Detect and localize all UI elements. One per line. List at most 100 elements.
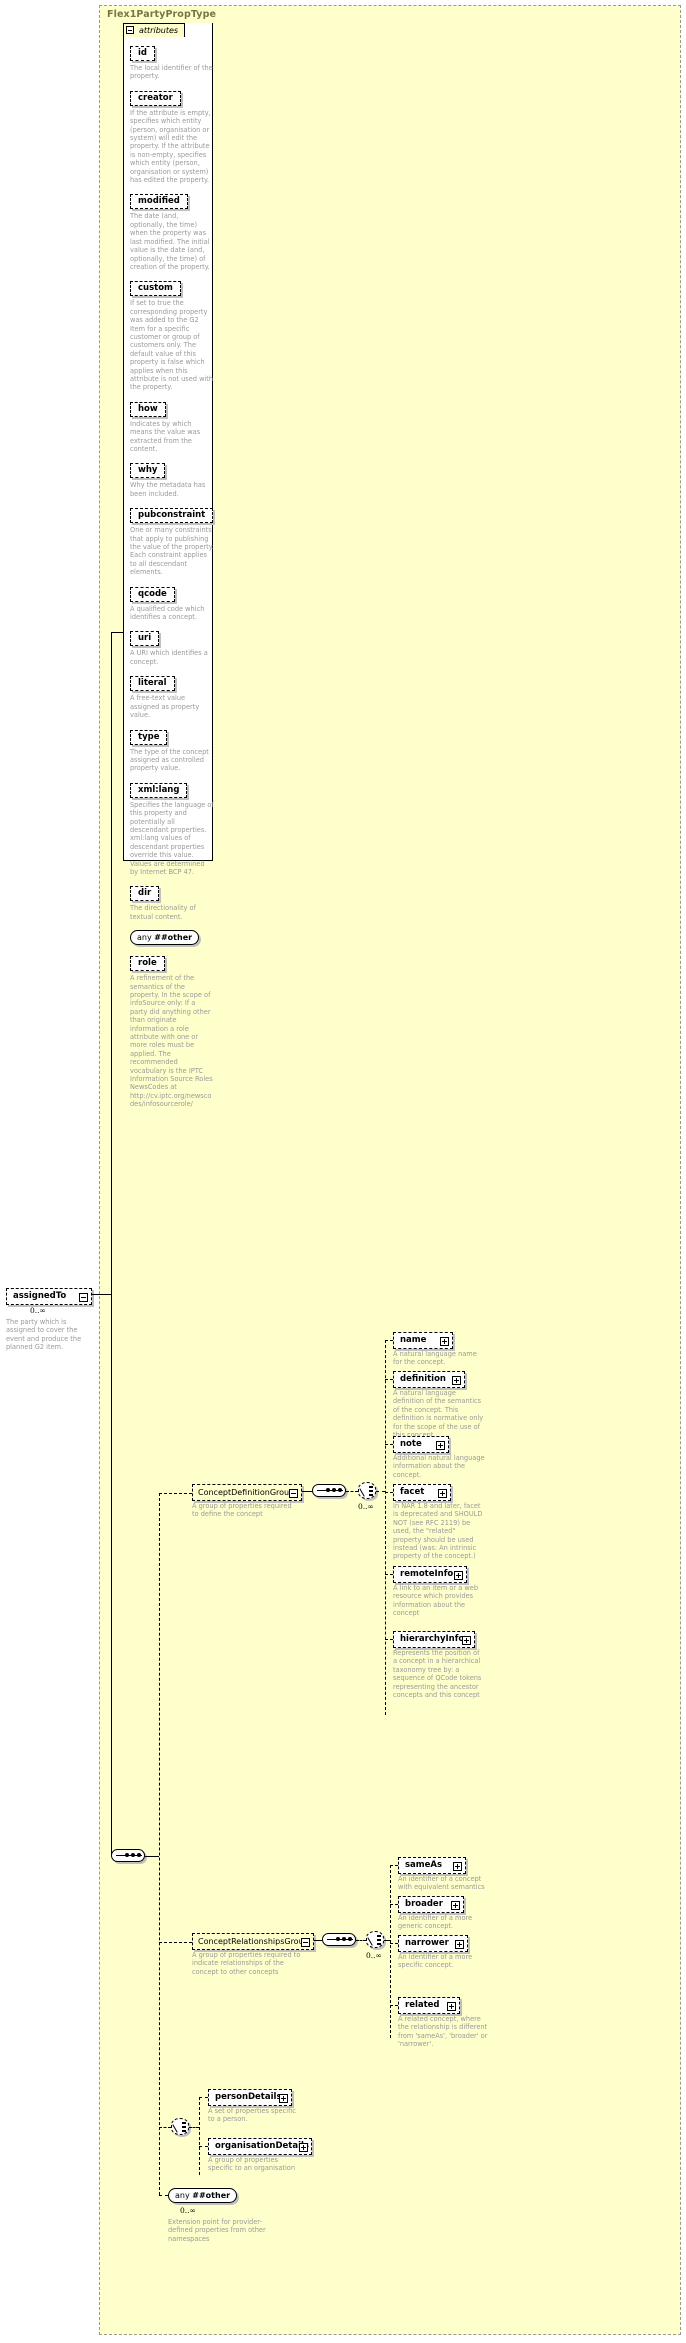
element-desc-organisationDetails: A group of properties specific to an org… xyxy=(208,2156,296,2173)
collapse-icon-assignedTo[interactable] xyxy=(79,1292,88,1302)
attribute-chip-xml-lang[interactable]: xml:lang xyxy=(130,782,188,798)
element-label-assignedTo: assignedTo xyxy=(13,1291,67,1301)
element-desc-note: Additional natural language information … xyxy=(393,1454,485,1479)
element-note[interactable]: note xyxy=(393,1436,449,1453)
attribute-desc-id: The local identifier of the property. xyxy=(130,64,213,81)
attribute-chip-how[interactable]: how xyxy=(130,401,166,417)
collapse-icon-ConceptRelationshipsGroup[interactable] xyxy=(301,1937,310,1947)
connector-to-narrower xyxy=(390,1943,398,1944)
attribute-chip-custom[interactable]: custom xyxy=(130,281,181,297)
connector-choice-details-bus xyxy=(189,2127,199,2128)
attribute-desc-xml-lang: Specifies the language of this property … xyxy=(130,800,214,876)
attribute-item-uri: uri A URI which identifies a concept. xyxy=(130,625,216,666)
element-desc-related: A related concept, where the relationshi… xyxy=(398,2015,488,2049)
attribute-item-qcode: qcode A qualified code which identifies … xyxy=(130,581,216,622)
connector-to-remoteInfo xyxy=(385,1574,393,1575)
connector-down-to-sequence xyxy=(111,1294,112,1856)
attribute-item-custom: custom If set to true the corresponding … xyxy=(130,275,216,391)
element-remoteInfo[interactable]: remoteInfo xyxy=(393,1566,467,1583)
attribute-chip-role[interactable]: role xyxy=(130,956,165,972)
element-facet[interactable]: facet xyxy=(393,1484,451,1501)
connector-to-sameAs xyxy=(390,1865,398,1866)
attribute-chip-dir[interactable]: dir xyxy=(130,886,160,902)
element-broader[interactable]: broader xyxy=(398,1896,464,1913)
expand-icon-hierarchyInfo[interactable] xyxy=(462,1635,471,1645)
connector-to-conceptdefinitiongroup xyxy=(159,1493,192,1494)
element-desc-remoteInfo: A link to an item or a web resource whic… xyxy=(393,1584,479,1618)
attribute-chip-any-other[interactable]: any ##other xyxy=(130,930,200,946)
expand-icon-note[interactable] xyxy=(436,1440,445,1450)
any-extension-prefix: any xyxy=(175,2191,190,2200)
connector-to-details-choice xyxy=(159,2127,171,2128)
expand-icon-definition[interactable] xyxy=(452,1375,461,1385)
group-ConceptDefinitionGroup[interactable]: ConceptDefinitionGroup xyxy=(192,1484,302,1501)
collapse-icon-ConceptDefinitionGroup[interactable] xyxy=(289,1488,298,1498)
collapse-attributes-icon[interactable] xyxy=(126,26,134,34)
connector-to-note xyxy=(385,1444,393,1445)
element-label-hierarchyInfo: hierarchyInfo xyxy=(400,1634,465,1644)
attribute-item-how: how Indicates by which means the value w… xyxy=(130,396,216,454)
attribute-chip-literal[interactable]: literal xyxy=(130,676,175,692)
connector-cdg-to-seq xyxy=(302,1491,312,1492)
attribute-chip-creator[interactable]: creator xyxy=(130,90,181,106)
element-desc-assignedTo: The party which is assigned to cover the… xyxy=(6,1318,82,1352)
attribute-chip-modified[interactable]: modified xyxy=(130,194,188,210)
element-label-note: note xyxy=(400,1439,422,1449)
group-desc-ConceptRelationshipsGroup: A group of properties required to indica… xyxy=(192,1951,301,1976)
attribute-chip-uri[interactable]: uri xyxy=(130,631,160,647)
element-any-extension[interactable]: any ##other xyxy=(168,2188,238,2203)
connector-seq-to-choice-cdg xyxy=(346,1491,358,1492)
choice-node-conceptdefinition[interactable] xyxy=(358,1482,376,1499)
element-related[interactable]: related xyxy=(398,1997,460,2014)
element-sameAs[interactable]: sameAs xyxy=(398,1857,466,1874)
connector-seq-to-choice-crg xyxy=(356,1940,366,1941)
connector-sequence-right xyxy=(145,1856,159,1857)
connector-to-name xyxy=(385,1340,393,1341)
element-desc-sameAs: An identifier of a concept with equivale… xyxy=(398,1875,485,1892)
sequence-node-main[interactable] xyxy=(111,1849,145,1862)
choice-node-conceptrelationships[interactable] xyxy=(366,1931,384,1948)
attribute-chip-pubconstraint[interactable]: pubconstraint xyxy=(130,508,214,524)
attribute-chip-why[interactable]: why xyxy=(130,463,166,479)
attribute-item-id: id The local identifier of the property. xyxy=(130,40,216,81)
expand-icon-narrower[interactable] xyxy=(455,1939,464,1949)
attribute-item-literal: literal A free-text value assigned as pr… xyxy=(130,670,216,719)
element-definition[interactable]: definition xyxy=(393,1371,465,1388)
element-personDetails[interactable]: personDetails xyxy=(208,2089,292,2106)
attribute-item-why: why Why the metadata has been included. xyxy=(130,457,216,498)
expand-icon-related[interactable] xyxy=(447,2001,456,2011)
connector-choice-to-bus-crg xyxy=(384,1940,390,1941)
sequence-node-conceptdefinition[interactable] xyxy=(312,1484,346,1497)
cardinality-conceptrelationshipsgroup: 0..∞ xyxy=(366,1951,382,1960)
element-assignedTo[interactable]: assignedTo xyxy=(6,1288,92,1305)
connector-branch-bus xyxy=(159,1493,160,2195)
expand-icon-name[interactable] xyxy=(440,1336,449,1346)
element-organisationDetails[interactable]: organisationDetails xyxy=(208,2138,312,2155)
choice-node-details[interactable] xyxy=(171,2118,189,2135)
attribute-item-type: type The type of the concept assigned as… xyxy=(130,724,216,773)
element-label-definition: definition xyxy=(400,1374,446,1384)
attribute-desc-qcode: A qualified code which identifies a conc… xyxy=(130,604,205,622)
attribute-chip-id[interactable]: id xyxy=(130,46,155,61)
connector-to-definition xyxy=(385,1379,393,1380)
attribute-chip-type[interactable]: type xyxy=(130,729,168,745)
expand-icon-facet[interactable] xyxy=(438,1488,447,1498)
element-narrower[interactable]: narrower xyxy=(398,1935,468,1952)
sequence-node-conceptrelationships[interactable] xyxy=(322,1933,356,1946)
attribute-item-dir: dir The directionality of textual conten… xyxy=(130,880,216,921)
expand-icon-organisationDetails[interactable] xyxy=(299,2142,308,2152)
expand-icon-remoteInfo[interactable] xyxy=(454,1570,463,1580)
connector-choice-to-bus-cdg xyxy=(376,1491,385,1492)
attribute-desc-why: Why the metadata has been included. xyxy=(130,481,206,498)
expand-icon-sameAs[interactable] xyxy=(453,1861,462,1871)
attribute-item-any-other: any ##other xyxy=(130,925,216,948)
element-label-remoteInfo: remoteInfo xyxy=(400,1569,454,1579)
any-extension-namespace: ##other xyxy=(192,2191,231,2200)
element-label-name: name xyxy=(400,1335,427,1345)
expand-icon-broader[interactable] xyxy=(451,1900,460,1910)
group-ConceptRelationshipsGroup[interactable]: ConceptRelationshipsGroup xyxy=(192,1933,314,1950)
attribute-chip-qcode[interactable]: qcode xyxy=(130,586,175,602)
element-name[interactable]: name xyxy=(393,1332,453,1349)
expand-icon-personDetails[interactable] xyxy=(279,2093,288,2103)
element-hierarchyInfo[interactable]: hierarchyInfo xyxy=(393,1631,475,1648)
